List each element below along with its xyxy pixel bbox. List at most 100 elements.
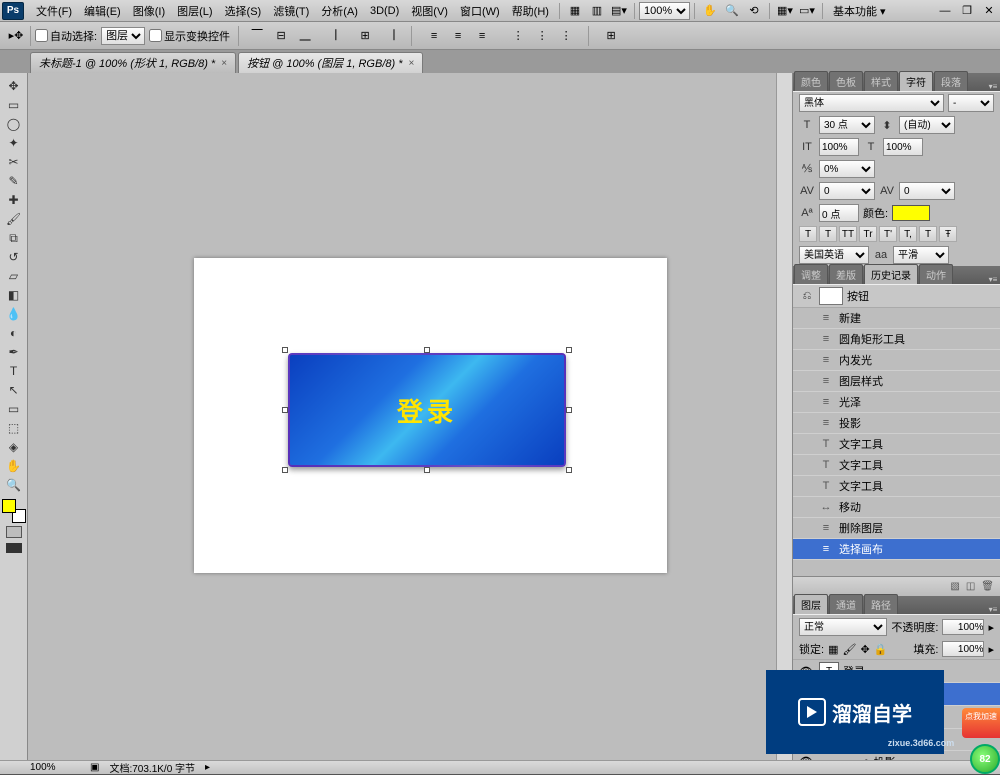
strike-button[interactable]: Ŧ — [939, 226, 957, 242]
history-row[interactable]: ≡删除图层 — [793, 518, 1000, 539]
hand-icon[interactable]: ✋ — [701, 2, 719, 20]
eyedropper-tool[interactable]: ✎ — [3, 172, 25, 190]
font-family-select[interactable]: 黑体 — [799, 94, 944, 112]
doc-tab-1[interactable]: 未标题-1 @ 100% (形状 1, RGB/8) *× — [30, 52, 236, 73]
history-row[interactable]: ≡圆角矩形工具 — [793, 329, 1000, 350]
history-row[interactable]: ≡图层样式 — [793, 371, 1000, 392]
crop-tool[interactable]: ✂ — [3, 153, 25, 171]
lock-pixels-icon[interactable]: 🖌 — [842, 643, 856, 656]
hscale-input[interactable] — [883, 138, 923, 156]
shape-tool[interactable]: ▭ — [3, 400, 25, 418]
fill-input[interactable] — [942, 641, 984, 657]
vscale-input[interactable] — [819, 138, 859, 156]
history-row[interactable]: T文字工具 — [793, 476, 1000, 497]
close-icon[interactable]: × — [409, 58, 415, 69]
pen-tool[interactable]: ✒ — [3, 343, 25, 361]
color-swatches[interactable] — [2, 499, 26, 523]
superscript-button[interactable]: T' — [879, 226, 897, 242]
panel-menu-icon[interactable]: ▾≡ — [986, 605, 1000, 614]
antialias-select[interactable]: 平滑 — [893, 246, 949, 264]
menu-select[interactable]: 选择(S) — [219, 3, 268, 19]
tab-layers[interactable]: 图层 — [794, 594, 828, 614]
stamp-tool[interactable]: ⧉ — [3, 229, 25, 247]
path-select-tool[interactable]: ↖ — [3, 381, 25, 399]
panel-menu-icon[interactable]: ▾≡ — [986, 82, 1000, 91]
history-row[interactable]: ≡新建 — [793, 308, 1000, 329]
quickmask-toggle[interactable] — [6, 526, 22, 538]
brush-tool[interactable]: 🖌 — [3, 210, 25, 228]
workspace-select[interactable]: 基本功能 ▾ — [827, 3, 892, 19]
smallcaps-button[interactable]: Tr — [859, 226, 877, 242]
lock-transparent-icon[interactable]: ▦ — [828, 643, 838, 656]
status-flyout-icon[interactable]: ▸ — [205, 762, 210, 773]
menu-image[interactable]: 图像(I) — [127, 3, 171, 19]
zoom-tool[interactable]: 🔍 — [3, 476, 25, 494]
gradient-tool[interactable]: ◧ — [3, 286, 25, 304]
align-top-icon[interactable]: ⎺ — [247, 26, 267, 46]
subscript-button[interactable]: T, — [899, 226, 917, 242]
lasso-tool[interactable]: ◯ — [3, 115, 25, 133]
doc-tab-2[interactable]: 按钮 @ 100% (图层 1, RGB/8) *× — [238, 52, 423, 73]
show-transform-check[interactable]: 显示变换控件 — [149, 28, 230, 44]
status-nav-icon[interactable]: ▣ — [90, 762, 99, 773]
menu-filter[interactable]: 滤镜(T) — [267, 3, 315, 19]
tab-channels[interactable]: 通道 — [829, 594, 863, 614]
italic-button[interactable]: T — [819, 226, 837, 242]
font-size-select[interactable]: 30 点 — [819, 116, 875, 134]
align-left-icon[interactable]: ⎸ — [331, 26, 351, 46]
menu-3d[interactable]: 3D(D) — [364, 5, 405, 17]
text-color-swatch[interactable] — [892, 205, 930, 221]
bold-button[interactable]: T — [799, 226, 817, 242]
menu-edit[interactable]: 编辑(E) — [78, 3, 127, 19]
new-doc-from-state-icon[interactable]: ◫ — [966, 581, 975, 592]
canvas-area[interactable]: 登录 — [28, 73, 792, 760]
allcaps-button[interactable]: TT — [839, 226, 857, 242]
window-minimize-icon[interactable]: — — [936, 2, 954, 20]
tab-character[interactable]: 字符 — [899, 71, 933, 91]
tab-actions[interactable]: 动作 — [919, 264, 953, 284]
auto-align-icon[interactable]: ⊞ — [601, 26, 621, 46]
auto-select-check[interactable]: 自动选择: — [35, 28, 97, 44]
history-row[interactable]: ↔移动 — [793, 497, 1000, 518]
snapshot-icon[interactable]: ⎌ — [799, 290, 815, 303]
baseline-input[interactable] — [819, 204, 859, 222]
type-tool[interactable]: T — [3, 362, 25, 380]
hand-tool[interactable]: ✋ — [3, 457, 25, 475]
menu-analysis[interactable]: 分析(A) — [315, 3, 364, 19]
status-zoom[interactable]: 100% — [30, 762, 80, 773]
align-right-icon[interactable]: ⎹ — [379, 26, 399, 46]
opacity-input[interactable] — [942, 619, 984, 635]
dodge-tool[interactable]: ◐ — [3, 324, 25, 342]
delete-state-icon[interactable]: 🗑 — [981, 581, 994, 592]
panel-menu-icon[interactable]: ▾≡ — [986, 275, 1000, 284]
distribute-vcenter-icon[interactable]: ≡ — [448, 26, 468, 46]
close-icon[interactable]: × — [221, 58, 227, 69]
foreground-color-swatch[interactable] — [2, 499, 16, 513]
button-shape[interactable]: 登录 — [288, 353, 566, 467]
tab-color[interactable]: 颜色 — [794, 71, 828, 91]
window-restore-icon[interactable]: ❐ — [958, 2, 976, 20]
bridge-icon[interactable]: ▦ — [566, 2, 584, 20]
new-snapshot-icon[interactable]: ▧ — [950, 581, 959, 592]
menu-layer[interactable]: 图层(L) — [171, 3, 218, 19]
screenmode-toggle[interactable] — [6, 543, 22, 553]
align-hcenter-icon[interactable]: ⊞ — [355, 26, 375, 46]
auto-select-target[interactable]: 图层 — [101, 27, 145, 45]
metrics-select[interactable]: 0 — [899, 182, 955, 200]
eraser-tool[interactable]: ▱ — [3, 267, 25, 285]
align-bottom-icon[interactable]: ⎽ — [295, 26, 315, 46]
history-row[interactable]: T文字工具 — [793, 455, 1000, 476]
tab-swatches[interactable]: 色板 — [829, 71, 863, 91]
tracking-select[interactable]: 0% — [819, 160, 875, 178]
minibridge-icon[interactable]: ▥ — [588, 2, 606, 20]
history-row[interactable]: ≡内发光 — [793, 350, 1000, 371]
history-brush-tool[interactable]: ↺ — [3, 248, 25, 266]
zoom-select[interactable]: 100% — [639, 2, 690, 20]
font-style-select[interactable]: - — [948, 94, 994, 112]
3d-tool[interactable]: ⬚ — [3, 419, 25, 437]
distribute-left-icon[interactable]: ⋮ — [508, 26, 528, 46]
lock-position-icon[interactable]: ✥ — [860, 643, 869, 656]
history-row[interactable]: ≡投影 — [793, 413, 1000, 434]
history-row[interactable]: ≡光泽 — [793, 392, 1000, 413]
align-vcenter-icon[interactable]: ⊟ — [271, 26, 291, 46]
